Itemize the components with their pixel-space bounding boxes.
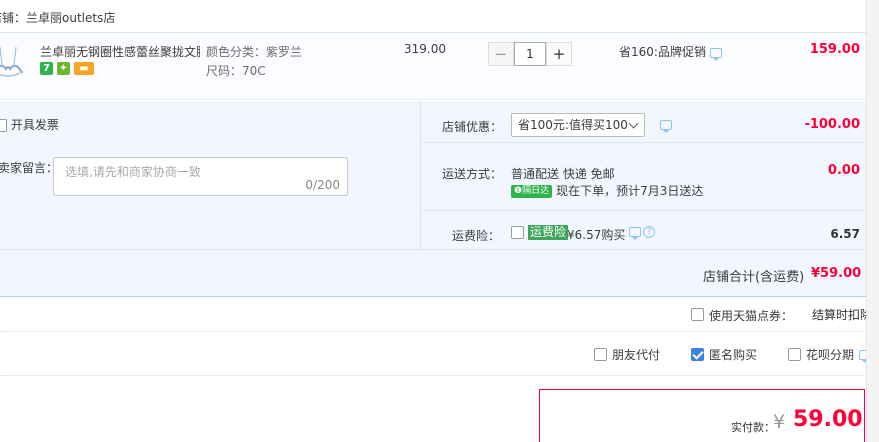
shop-coupon-label: 店铺优惠： <box>442 120 503 134</box>
insurance-row: 运费险： 运费险 ¥6.57购买 ? 6.57 <box>422 211 866 249</box>
seven-day-return-icon[interactable]: 7 <box>40 62 53 75</box>
insurance-amount: 6.57 <box>830 227 860 241</box>
shop-total-amount: ¥59.00 <box>811 266 862 281</box>
shop-header: 店铺：兰卓丽outlets店 <box>0 0 866 33</box>
shipping-row: 运送方式： 普通配送 快递 免邮 ❶隔日达 现在下单，预计7月3日送达 0.00 <box>422 143 866 211</box>
anonymous-buy-option[interactable]: 匿名购买 <box>691 346 757 363</box>
huabei-installment-option[interactable]: 花呗分期 <box>788 346 872 363</box>
credit-card-icon[interactable]: ▬ <box>74 62 94 75</box>
insurance-checkbox[interactable] <box>511 226 524 239</box>
promotion-chat-icon[interactable] <box>709 47 722 61</box>
points-deduct-note: 结算时扣除 <box>812 308 873 322</box>
insurance-label: 运费险： <box>452 229 501 243</box>
seller-message-counter: 0/200 <box>305 178 340 192</box>
shipping-method: 普通配送 快递 免邮 <box>511 167 615 181</box>
seller-message-placeholder: 选填,请先和商家协商一致 <box>65 165 201 179</box>
points-label: 使用天猫点券： <box>709 309 794 323</box>
service-badges: 7 ✦ ▬ <box>40 62 94 75</box>
shop-total-row: 店铺合计(含运费) ¥59.00 <box>0 249 866 297</box>
quantity-input[interactable]: 1 <box>514 42 546 66</box>
quantity-stepper: − 1 + <box>488 42 574 66</box>
coupon-chat-icon[interactable] <box>660 120 672 133</box>
shipping-label: 运送方式： <box>442 167 503 181</box>
shipping-eta: ❶隔日达 现在下单，预计7月3日送达 <box>511 182 703 199</box>
shop-coupon-amount: -100.00 <box>804 117 860 132</box>
final-payment-box: 实付款： ¥ 59.00 <box>539 389 865 442</box>
sku-size: 尺码：70C <box>206 64 266 78</box>
anonymous-buy-label: 匿名购买 <box>709 348 758 362</box>
cart-item-row: 兰卓丽无钢圈性感蕾丝聚拢文胸... 7 ✦ ▬ 颜色分类：紫罗兰 尺码：70C … <box>0 33 866 100</box>
points-checkbox[interactable] <box>691 308 704 321</box>
shop-coupon-row: 店铺优惠： 省100元:值得买100 -100.00 <box>422 101 866 143</box>
unit-price: 319.00 <box>404 42 446 56</box>
quantity-decrease-button[interactable]: − <box>488 42 514 66</box>
insurance-tag: 运费险 <box>528 225 569 240</box>
invoice-option[interactable]: 开具发票 <box>0 116 59 133</box>
shop-total-label: 店铺合计(含运费) <box>703 270 805 285</box>
shipping-eta-text: 现在下单，预计7月3日送达 <box>556 184 704 198</box>
shop-name[interactable]: 店铺：兰卓丽outlets店 <box>0 9 115 26</box>
quantity-increase-button[interactable]: + <box>546 42 572 66</box>
insurance-icons: ? <box>629 226 655 240</box>
friend-pay-label: 朋友代付 <box>612 348 661 362</box>
page-scrollbar[interactable] <box>866 0 879 442</box>
chevron-down-icon <box>628 118 639 129</box>
item-subtotal: 159.00 <box>809 42 860 57</box>
quality-guarantee-icon[interactable]: ✦ <box>57 62 70 75</box>
invoice-checkbox[interactable] <box>0 119 7 132</box>
order-options-left: 开具发票 卖家留言： 选填,请先和商家协商一致 0/200 <box>0 101 421 249</box>
product-thumbnail[interactable] <box>0 43 24 83</box>
insurance-chat-icon[interactable] <box>629 227 641 240</box>
huabei-installment-label: 花呗分期 <box>806 348 855 362</box>
points-row: 使用天猫点券： 结算时扣除 <box>0 298 872 332</box>
help-icon[interactable]: ? <box>643 226 655 238</box>
final-payment-label: 实付款： <box>731 421 775 434</box>
payment-options-row: 朋友代付 匿名购买 花呗分期 <box>0 333 872 376</box>
promotion-label: 省160:品牌促销 <box>619 45 706 59</box>
insurance-price: ¥6.57购买 <box>567 228 626 242</box>
promotion-info: 省160:品牌促销 <box>619 43 722 61</box>
seller-message-input[interactable]: 选填,请先和商家协商一致 0/200 <box>53 157 348 196</box>
final-payment-currency: ¥ <box>773 411 786 433</box>
sku-color: 颜色分类：紫罗兰 <box>206 45 303 59</box>
huabei-installment-checkbox[interactable] <box>788 348 801 361</box>
seller-message-label: 卖家留言： <box>0 161 59 175</box>
shop-coupon-select[interactable]: 省100元:值得买100 <box>511 113 645 137</box>
product-title-link[interactable]: 兰卓丽无钢圈性感蕾丝聚拢文胸... <box>40 43 200 60</box>
next-day-badge: ❶隔日达 <box>511 185 553 198</box>
shop-coupon-selected: 省100元:值得买100 <box>518 118 628 132</box>
friend-pay-checkbox[interactable] <box>594 348 607 361</box>
final-payment-amount: 59.00 <box>793 407 863 432</box>
shipping-amount: 0.00 <box>827 163 860 178</box>
invoice-label: 开具发票 <box>10 118 59 132</box>
anonymous-buy-checkbox[interactable] <box>691 348 704 361</box>
friend-pay-option[interactable]: 朋友代付 <box>594 346 660 363</box>
order-options-panel: 开具发票 卖家留言： 选填,请先和商家协商一致 0/200 店铺优惠： 省100… <box>0 101 866 249</box>
